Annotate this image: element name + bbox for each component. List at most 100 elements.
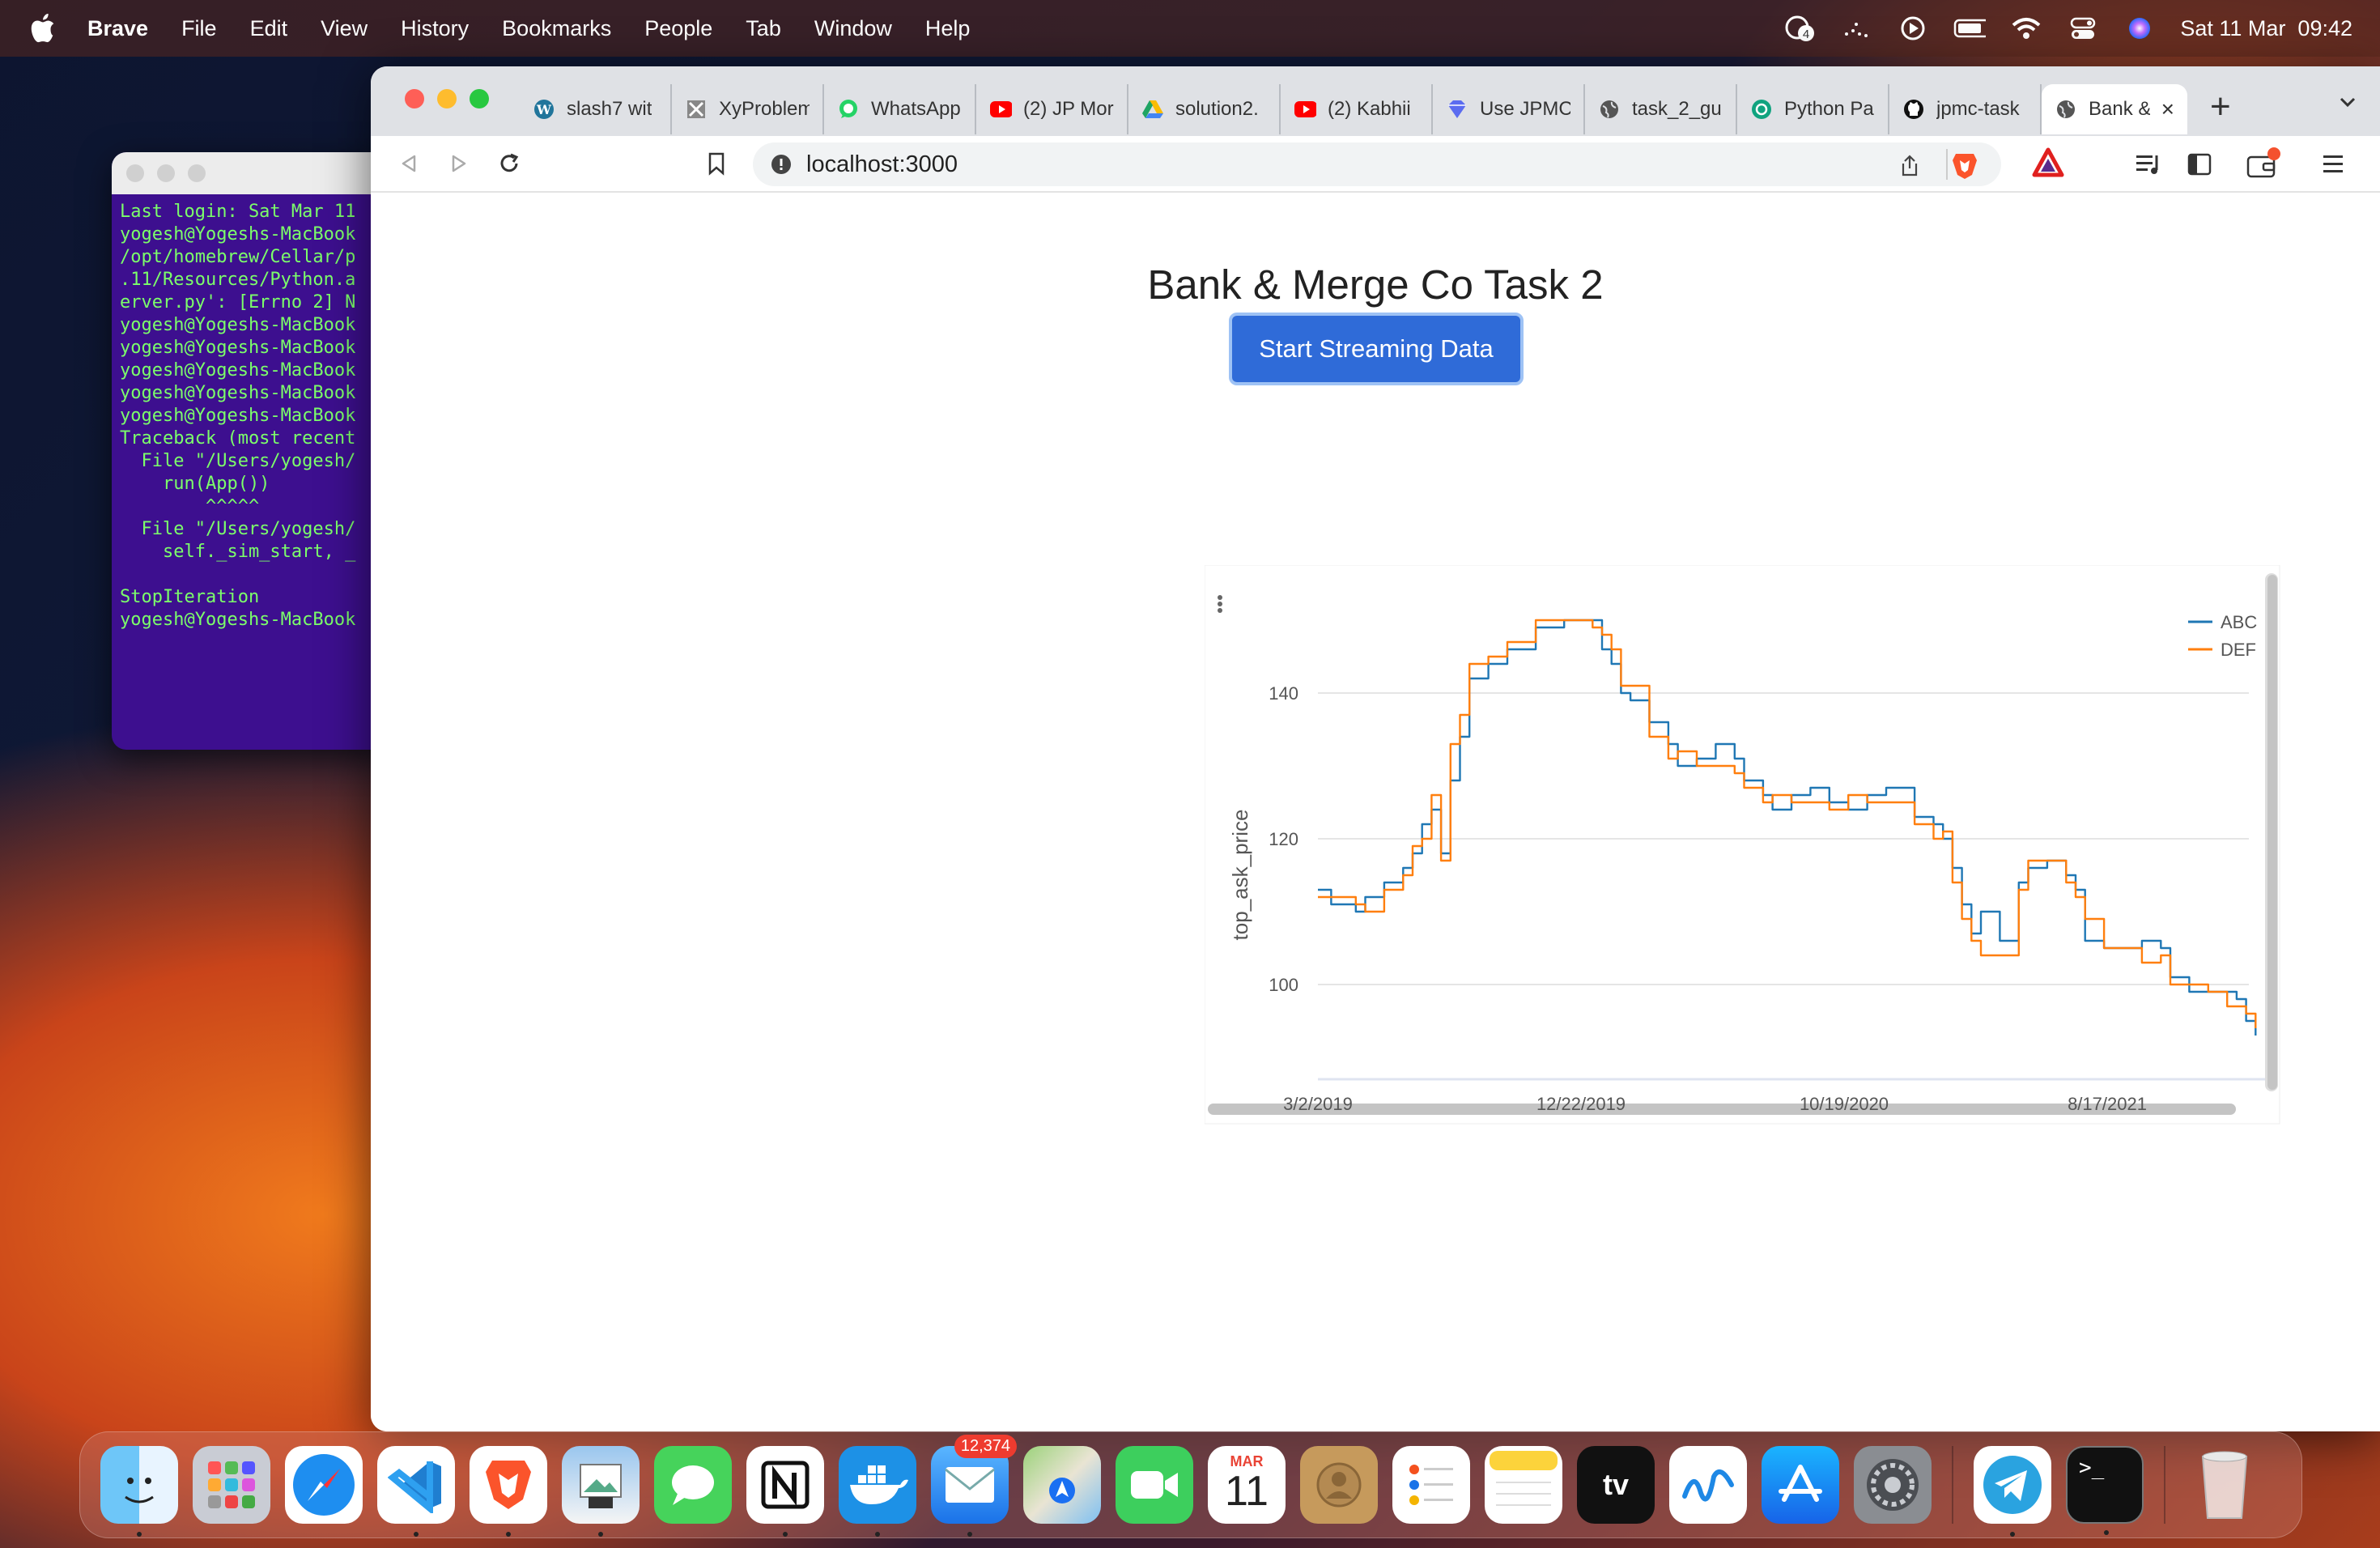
brave-shields-icon[interactable] bbox=[1951, 151, 1978, 180]
legend-label[interactable]: DEF bbox=[2221, 640, 2256, 660]
close-window-button[interactable] bbox=[405, 89, 424, 108]
menu-icon[interactable] bbox=[2322, 152, 2344, 176]
gem-icon bbox=[1446, 98, 1468, 121]
back-icon[interactable] bbox=[395, 150, 423, 177]
share-icon[interactable] bbox=[1899, 154, 1920, 176]
control-center-icon[interactable] bbox=[2067, 16, 2099, 40]
system-settings-icon[interactable] bbox=[1854, 1446, 1932, 1524]
reminders-icon[interactable] bbox=[1392, 1446, 1470, 1524]
chevron-down-icon[interactable] bbox=[2336, 91, 2359, 113]
tab[interactable]: solution2. bbox=[1128, 84, 1281, 134]
menu-edit[interactable]: Edit bbox=[250, 16, 288, 41]
notification-icon[interactable]: 4 bbox=[1783, 15, 1816, 41]
mail-icon[interactable]: 12,374 bbox=[931, 1435, 1017, 1537]
safari-icon[interactable] bbox=[285, 1446, 363, 1524]
vscode-icon[interactable] bbox=[377, 1446, 455, 1537]
menu-history[interactable]: History bbox=[401, 16, 469, 41]
terminal-zoom-button[interactable] bbox=[188, 164, 206, 182]
freeform-icon[interactable] bbox=[1669, 1446, 1747, 1524]
terminal-window[interactable]: Last login: Sat Mar 11 yogesh@Yogeshs-Mac… bbox=[112, 152, 387, 750]
tab-label: XyProblem bbox=[719, 98, 810, 120]
terminal-line: erver.py': [Errno 2] N bbox=[120, 292, 356, 313]
x-tick-label: 12/22/2019 bbox=[1536, 1094, 1626, 1114]
trash-icon[interactable] bbox=[2186, 1446, 2263, 1524]
tab-label: (2) Kabhii bbox=[1328, 98, 1411, 120]
preview-icon[interactable] bbox=[562, 1446, 640, 1537]
menu-window[interactable]: Window bbox=[814, 16, 892, 41]
wifi-icon[interactable] bbox=[2010, 16, 2042, 40]
url-text[interactable]: localhost:3000 bbox=[806, 151, 958, 178]
new-tab-button[interactable]: + bbox=[2210, 87, 2231, 127]
wallet-icon[interactable] bbox=[2246, 147, 2281, 180]
menu-people[interactable]: People bbox=[644, 16, 712, 41]
calendar-icon[interactable]: MAR 11 bbox=[1208, 1446, 1286, 1524]
y-tick-label: 120 bbox=[1269, 829, 1298, 849]
zoom-window-button[interactable] bbox=[470, 89, 489, 108]
menu-help[interactable]: Help bbox=[925, 16, 971, 41]
menubar-clock[interactable]: Sat 11 Mar 09:42 bbox=[2180, 16, 2352, 41]
tab[interactable]: task_2_gu bbox=[1585, 84, 1737, 134]
apple-tv-icon[interactable]: tv bbox=[1577, 1446, 1655, 1524]
tab-strip: Wslash7 wit XyProblem WhatsApp (2) JP Mor so… bbox=[520, 68, 2187, 134]
price-chart[interactable]: 100 120 140 3/2/2019 12/22/2019 10/19/2020 8/1… bbox=[1205, 565, 2288, 1140]
globe-icon bbox=[1598, 98, 1621, 121]
youtube-icon bbox=[989, 98, 1012, 121]
tab[interactable]: WhatsApp bbox=[824, 84, 976, 134]
address-bar[interactable]: localhost:3000 bbox=[753, 142, 2001, 186]
menu-file[interactable]: File bbox=[181, 16, 217, 41]
terminal-titlebar[interactable] bbox=[112, 152, 387, 194]
menu-view[interactable]: View bbox=[321, 16, 368, 41]
telegram-icon[interactable] bbox=[1974, 1446, 2051, 1537]
apple-icon[interactable] bbox=[29, 13, 57, 44]
tab[interactable]: Python Pa bbox=[1737, 84, 1889, 134]
notion-icon[interactable] bbox=[746, 1446, 824, 1537]
forward-icon[interactable] bbox=[445, 150, 473, 177]
menu-tab[interactable]: Tab bbox=[746, 16, 781, 41]
legend-label[interactable]: ABC bbox=[2221, 612, 2257, 632]
launchpad-icon[interactable] bbox=[193, 1446, 270, 1524]
finder-icon[interactable] bbox=[100, 1446, 178, 1537]
facetime-icon[interactable] bbox=[1116, 1446, 1193, 1524]
siri-icon[interactable] bbox=[2123, 16, 2156, 40]
battery-icon[interactable] bbox=[1953, 16, 1987, 40]
maps-icon[interactable] bbox=[1023, 1446, 1101, 1524]
notes-icon[interactable] bbox=[1485, 1446, 1562, 1524]
brave-rewards-icon[interactable] bbox=[2032, 147, 2064, 178]
chart-menu-icon[interactable] bbox=[1218, 608, 1222, 613]
contacts-icon[interactable] bbox=[1300, 1446, 1378, 1524]
tab-active[interactable]: Bank & × bbox=[2042, 84, 2187, 134]
terminal-close-button[interactable] bbox=[126, 164, 144, 182]
tab[interactable]: XyProblem bbox=[672, 84, 824, 134]
play-icon[interactable] bbox=[1897, 16, 1929, 40]
chart-svg: 100 120 140 3/2/2019 12/22/2019 10/19/2020 8/1… bbox=[1205, 565, 2280, 1125]
dots-icon[interactable] bbox=[1840, 16, 1872, 40]
info-icon[interactable] bbox=[771, 154, 792, 175]
reload-icon[interactable] bbox=[495, 150, 523, 177]
tab[interactable]: jpmc-task bbox=[1889, 84, 2042, 134]
notification-count: 4 bbox=[1803, 28, 1809, 41]
minimize-window-button[interactable] bbox=[437, 89, 457, 108]
chart-menu-icon[interactable] bbox=[1218, 595, 1222, 600]
menu-bookmarks[interactable]: Bookmarks bbox=[502, 16, 611, 41]
chart-vertical-scrollbar-thumb[interactable] bbox=[2267, 575, 2277, 1090]
tab[interactable]: (2) Kabhii bbox=[1281, 84, 1433, 134]
menu-app-name[interactable]: Brave bbox=[87, 16, 148, 41]
docker-icon[interactable] bbox=[839, 1446, 916, 1537]
sidebar-icon[interactable] bbox=[2187, 152, 2212, 176]
tab[interactable]: Wslash7 wit bbox=[520, 84, 672, 134]
terminal-output[interactable]: Last login: Sat Mar 11 yogesh@Yogeshs-Mac… bbox=[112, 194, 387, 638]
browser-window[interactable]: Wslash7 wit XyProblem WhatsApp (2) JP Mor so… bbox=[371, 66, 2380, 1431]
terminal-line: yogesh@Yogeshs-MacBook bbox=[120, 406, 356, 426]
terminal-icon[interactable]: >_ bbox=[2066, 1446, 2144, 1535]
app-store-icon[interactable] bbox=[1762, 1446, 1839, 1524]
tab[interactable]: (2) JP Mor bbox=[976, 84, 1128, 134]
playlist-icon[interactable] bbox=[2136, 152, 2163, 176]
tab[interactable]: Use JPMC bbox=[1433, 84, 1585, 134]
bookmark-icon[interactable] bbox=[703, 150, 730, 177]
terminal-minimize-button[interactable] bbox=[157, 164, 175, 182]
start-streaming-button[interactable]: Start Streaming Data bbox=[1229, 313, 1524, 385]
chart-menu-icon[interactable] bbox=[1218, 602, 1222, 606]
brave-icon[interactable] bbox=[470, 1446, 547, 1537]
messages-icon[interactable] bbox=[654, 1446, 732, 1524]
close-icon[interactable]: × bbox=[2161, 96, 2174, 122]
